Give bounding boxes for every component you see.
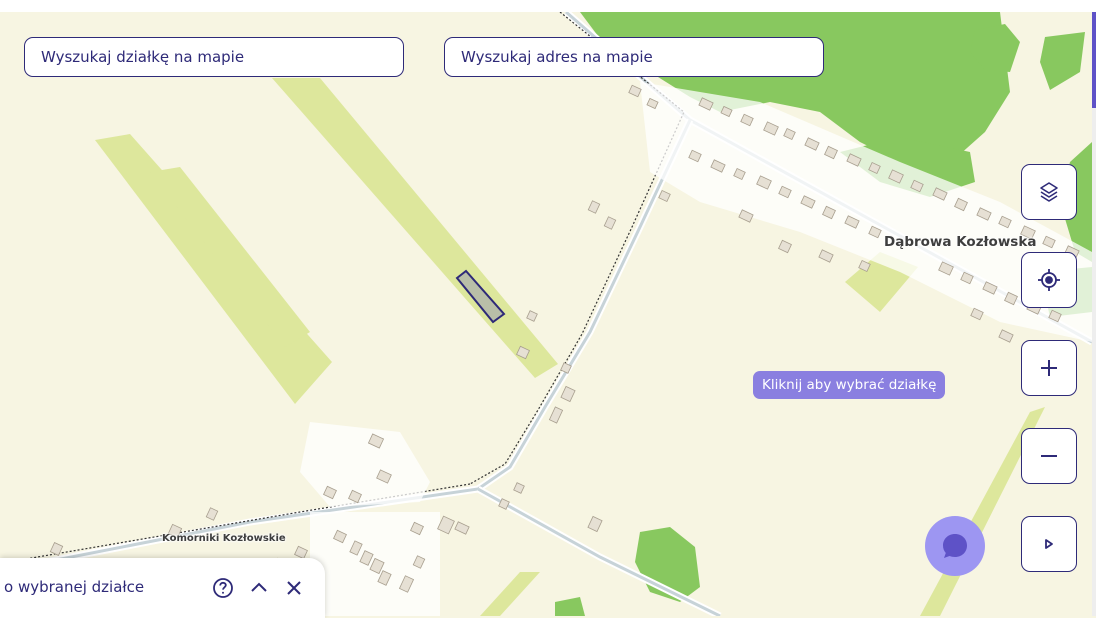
minus-icon: [1041, 455, 1057, 457]
triangle-right-icon: [1045, 539, 1053, 549]
layers-button[interactable]: [1021, 164, 1077, 220]
plus-icon: [1041, 360, 1057, 376]
parcel-search-input[interactable]: Wyszukaj działkę na mapie: [24, 37, 404, 77]
chat-button[interactable]: [925, 516, 985, 576]
expand-button[interactable]: [1021, 516, 1077, 572]
panel-title: o wybranej działce: [4, 578, 145, 596]
collapse-button[interactable]: [247, 576, 271, 600]
place-label-komorniki: Komorniki Kozłowskie: [162, 533, 286, 544]
zoom-out-button[interactable]: [1021, 428, 1077, 484]
map-canvas[interactable]: [0, 12, 1092, 616]
select-parcel-hint: Kliknij aby wybrać działkę: [753, 371, 946, 399]
place-label-dabrowa: Dąbrowa Kozłowska: [884, 234, 1037, 250]
help-button[interactable]: [211, 576, 235, 600]
parcel-info-panel: o wybranej działce: [0, 558, 325, 618]
locate-button[interactable]: [1021, 252, 1077, 308]
layers-icon: [1040, 182, 1058, 202]
crosshair-icon: [1038, 269, 1060, 291]
help-circle-icon: [213, 578, 233, 598]
address-search-input[interactable]: Wyszukaj adres na mapie: [444, 37, 824, 77]
close-button[interactable]: [282, 576, 306, 600]
right-edge-strip: [1092, 12, 1096, 616]
chevron-up-icon: [251, 582, 267, 592]
close-icon: [287, 581, 301, 595]
chat-bubble-icon: [943, 534, 967, 558]
zoom-in-button[interactable]: [1021, 340, 1077, 396]
